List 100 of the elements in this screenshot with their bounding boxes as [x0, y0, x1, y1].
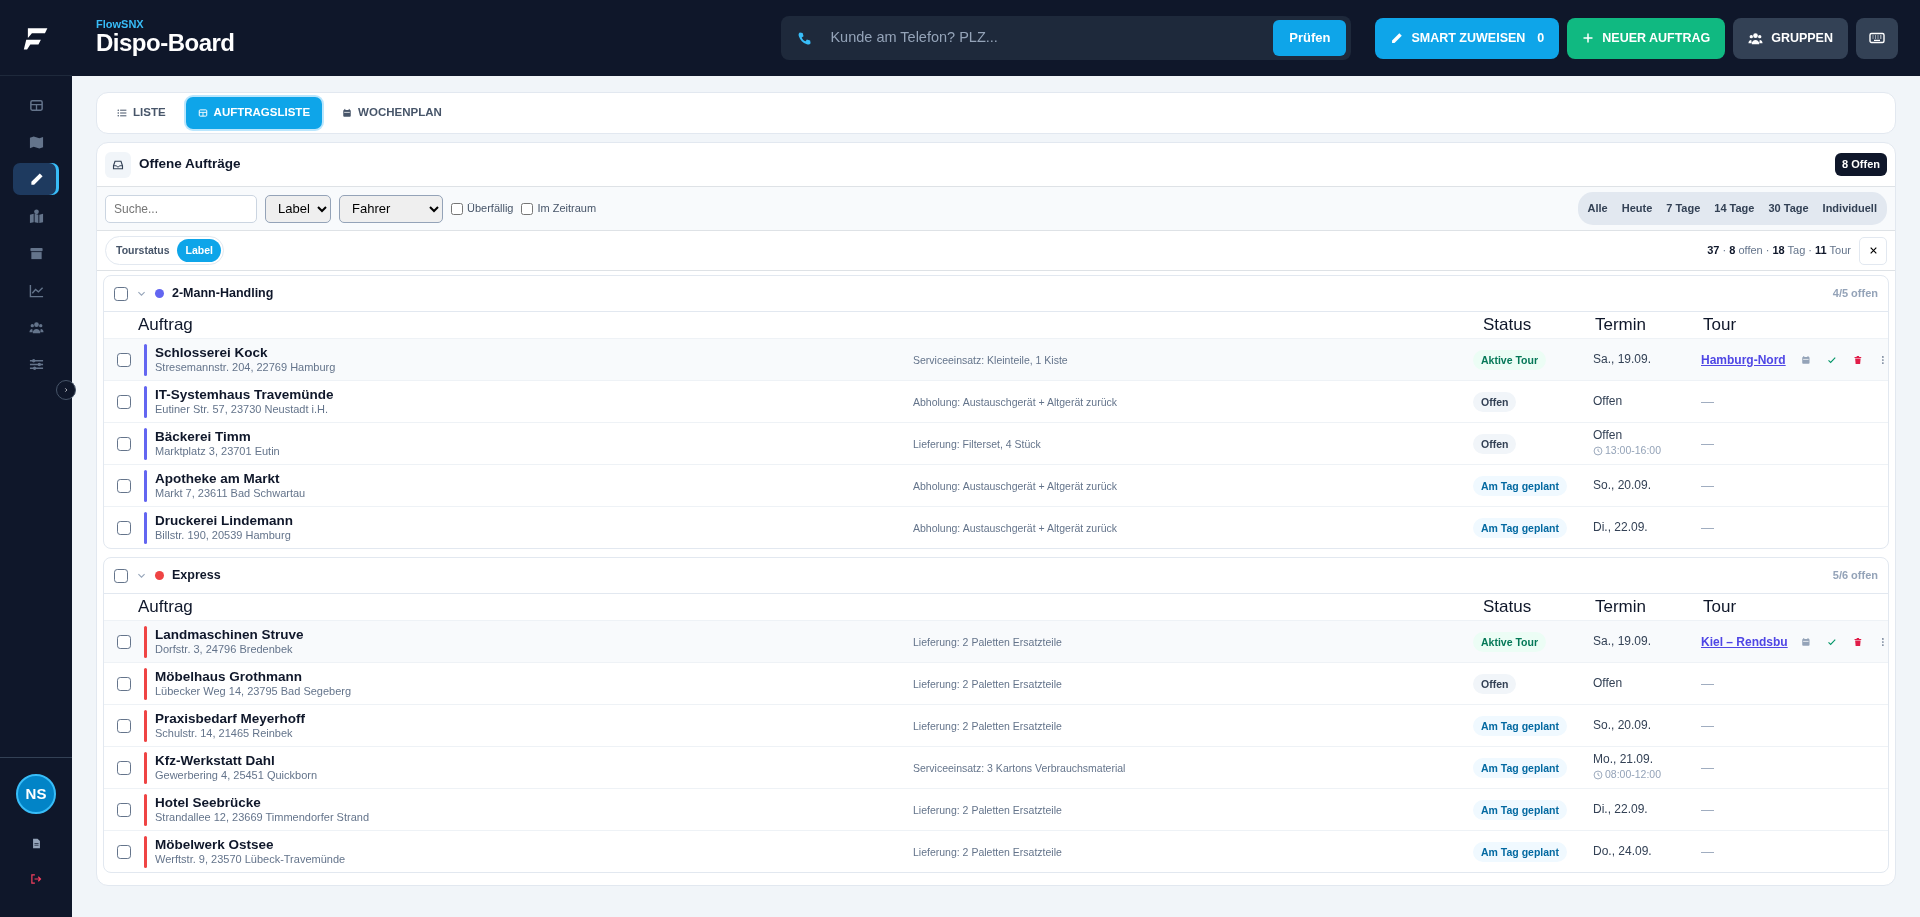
column-header: Tour [1702, 596, 1738, 619]
row-checkbox[interactable] [117, 520, 131, 535]
row-checkbox[interactable] [117, 634, 131, 649]
order-row[interactable]: Möbelhaus Grothmann Lübecker Weg 14, 23795 Bad Segeberg Lieferung: 2 Paletten Ersatzteile Offen Offen — [104, 662, 1888, 704]
appointment-date: Offen [1593, 676, 1624, 691]
groups-button[interactable]: GRUPPEN [1733, 17, 1848, 59]
order-description: Serviceeinsatz: 3 Kartons Verbrauchsmaterial [913, 761, 1126, 774]
row-checkbox[interactable] [117, 478, 131, 493]
order-row[interactable]: Apotheke am Markt Markt 7, 23611 Bad Schwartau Abholung: Austauschgerät + Altgerät zurück Am Tag geplant So., 20.09. — [104, 464, 1888, 506]
sidebar-item[interactable] [13, 163, 59, 195]
close-icon [1868, 246, 1878, 255]
customer-address: Marktplatz 3, 23701 Eutin [155, 444, 280, 458]
row-checkbox[interactable] [117, 436, 131, 451]
column-header: Status [1482, 314, 1533, 337]
order-row[interactable]: Druckerei Lindemann Billstr. 190, 20539 Hamburg Abholung: Austauschgerät + Altgerät zurück Am Tag geplant Di., 22.09. — [104, 506, 1888, 548]
order-row[interactable]: Kfz-Werkstatt Dahl Gewerbering 4, 25451 Quickborn Serviceeinsatz: 3 Kartons Verbrauchsmaterial Am Tag geplant Mo., 21.09. 08:00-12:00 — [104, 746, 1888, 788]
calendar-icon[interactable] [1801, 635, 1811, 648]
driver-select[interactable]: Fahrer [339, 194, 443, 223]
range-option[interactable]: 7 Tage [1659, 195, 1708, 222]
label-bar [144, 427, 147, 460]
row-checkbox[interactable] [117, 394, 131, 409]
users-icon [1748, 30, 1764, 46]
appointment-date: Do., 24.09. [1593, 844, 1653, 859]
close-button[interactable] [1859, 236, 1887, 265]
group-name: 2-Mann-Handling [172, 285, 274, 303]
view-tab[interactable]: LISTE [105, 97, 178, 129]
order-description: Serviceeinsatz: Kleinteile, 1 Kiste [913, 353, 1068, 366]
page-title: Dispo-Board [96, 30, 235, 57]
empty-tour: — [1701, 801, 1714, 817]
appointment-date: Offen [1593, 428, 1624, 443]
row-checkbox[interactable] [117, 844, 131, 859]
customer-name: Möbelhaus Grothmann [155, 669, 303, 685]
order-row[interactable]: Landmaschinen Struve Dorfstr. 3, 24796 Bredenbek Lieferung: 2 Paletten Ersatzteile Aktive Tour Sa., 19.09. Kiel – Rendsbu [104, 620, 1888, 662]
order-row[interactable]: Möbelwerk Ostsee Werftstr. 9, 23570 Lübeck-Travemünde Lieferung: 2 Paletten Ersatzteile Am Tag geplant Do., 24.09. — [104, 830, 1888, 872]
customer-address: Dorfstr. 3, 24796 Bredenbek [155, 642, 294, 656]
range-option[interactable]: Alle [1580, 195, 1615, 222]
customer-address: Schulstr. 14, 21465 Reinbek [155, 726, 294, 740]
avatar[interactable]: NS [16, 774, 56, 814]
list-icon [117, 108, 127, 118]
order-row[interactable]: Hotel Seebrücke Strandallee 12, 23669 Timmendorfer Strand Lieferung: 2 Paletten Ersatzteile Am Tag geplant Di., 22.09. — [104, 788, 1888, 830]
filter-checkbox[interactable] [521, 202, 534, 215]
filter-checkbox[interactable] [451, 202, 463, 215]
order-description: Lieferung: 2 Paletten Ersatzteile [913, 677, 1062, 690]
time-window: 08:00-12:00 [1605, 766, 1662, 783]
customer-address: Strandallee 12, 23669 Timmendorfer Strand [155, 810, 370, 824]
range-option[interactable]: 30 Tage [1761, 195, 1816, 222]
order-row[interactable]: Praxisbedarf Meyerhoff Schulstr. 14, 21465 Reinbek Lieferung: 2 Paletten Ersatzteile Am Tag geplant So., 20.09. — [104, 704, 1888, 746]
group-checkbox[interactable] [114, 286, 128, 301]
customer-address: Werftstr. 9, 23570 Lübeck-Travemünde [155, 852, 346, 866]
tour-link[interactable]: Kiel – Rendsbu [1701, 634, 1788, 649]
sliders-icon [28, 356, 44, 372]
order-description: Lieferung: 2 Paletten Ersatzteile [913, 803, 1062, 816]
row-checkbox[interactable] [117, 760, 131, 775]
status-badge: Am Tag geplant [1473, 475, 1567, 496]
panel-title: Offene Aufträge [139, 155, 241, 174]
group-checkbox[interactable] [114, 568, 128, 583]
trash-icon[interactable] [1852, 353, 1863, 366]
label-bar [144, 385, 147, 418]
row-checkbox[interactable] [117, 676, 131, 691]
status-badge: Am Tag geplant [1473, 841, 1567, 862]
range-option[interactable]: Heute [1614, 195, 1660, 222]
order-description: Lieferung: 2 Paletten Ersatzteile [913, 845, 1062, 858]
order-row[interactable]: Schlosserei Kock Stresemannstr. 204, 22769 Hamburg Serviceeinsatz: Kleinteile, 1 Kiste Aktive Tour Sa., 19.09. Hamburg-Nord [104, 338, 1888, 380]
order-description: Abholung: Austauschgerät + Altgerät zurück [913, 395, 1117, 408]
row-checkbox[interactable] [117, 718, 131, 733]
row-checkbox[interactable] [117, 352, 131, 367]
customer-name: Praxisbedarf Meyerhoff [155, 711, 306, 727]
order-row[interactable]: Bäckerei Timm Marktplatz 3, 23701 Eutin Lieferung: Filterset, 4 Stück Offen Offen 13:00-16:00 — [104, 422, 1888, 464]
grouping-option[interactable]: Tourstatus [108, 238, 178, 263]
range-option[interactable]: 14 Tage [1707, 195, 1762, 222]
logout-icon[interactable] [30, 873, 42, 885]
appointment-date: So., 20.09. [1593, 478, 1653, 493]
search-field[interactable]: Suche... [105, 194, 257, 223]
layout-icon [197, 108, 208, 118]
order-description: Lieferung: 2 Paletten Ersatzteile [913, 719, 1062, 732]
brand-name: FlowSNX [96, 19, 145, 31]
calendar-icon[interactable] [1801, 353, 1811, 366]
users-icon [28, 319, 44, 335]
checkbox-label: Im Zeitraum [537, 201, 597, 217]
empty-tour: — [1701, 477, 1714, 493]
clock-icon [1593, 445, 1603, 456]
summary-text: 37 · 8 offen · 18 Tag · 11 Tour [1707, 243, 1851, 259]
order-description: Lieferung: 2 Paletten Ersatzteile [913, 635, 1062, 648]
open-count-badge: 8 Offen [1835, 153, 1887, 176]
phone-icon [797, 30, 813, 46]
customer-address: Stresemannstr. 204, 22769 Hamburg [155, 360, 336, 374]
label-select[interactable]: Label [265, 194, 331, 223]
label-bar [144, 793, 147, 826]
tour-link[interactable]: Hamburg-Nord [1701, 352, 1786, 367]
keyboard-button[interactable] [1856, 17, 1898, 59]
order-row[interactable]: IT-Systemhaus Travemünde Eutiner Str. 57, 23730 Neustadt i.H. Abholung: Austauschgerät + Altgerät zurück Offen Offen — [104, 380, 1888, 422]
customer-address: Eutiner Str. 57, 23730 Neustadt i.H. [155, 402, 330, 416]
status-badge: Am Tag geplant [1473, 715, 1567, 736]
view-tab[interactable]: WOCHENPLAN [330, 97, 454, 129]
document-icon[interactable] [30, 838, 42, 849]
trash-icon[interactable] [1852, 635, 1863, 648]
status-badge: Aktive Tour [1473, 631, 1546, 652]
label-bar [144, 343, 147, 376]
range-option[interactable]: Individuell [1815, 195, 1884, 222]
row-checkbox[interactable] [117, 802, 131, 817]
